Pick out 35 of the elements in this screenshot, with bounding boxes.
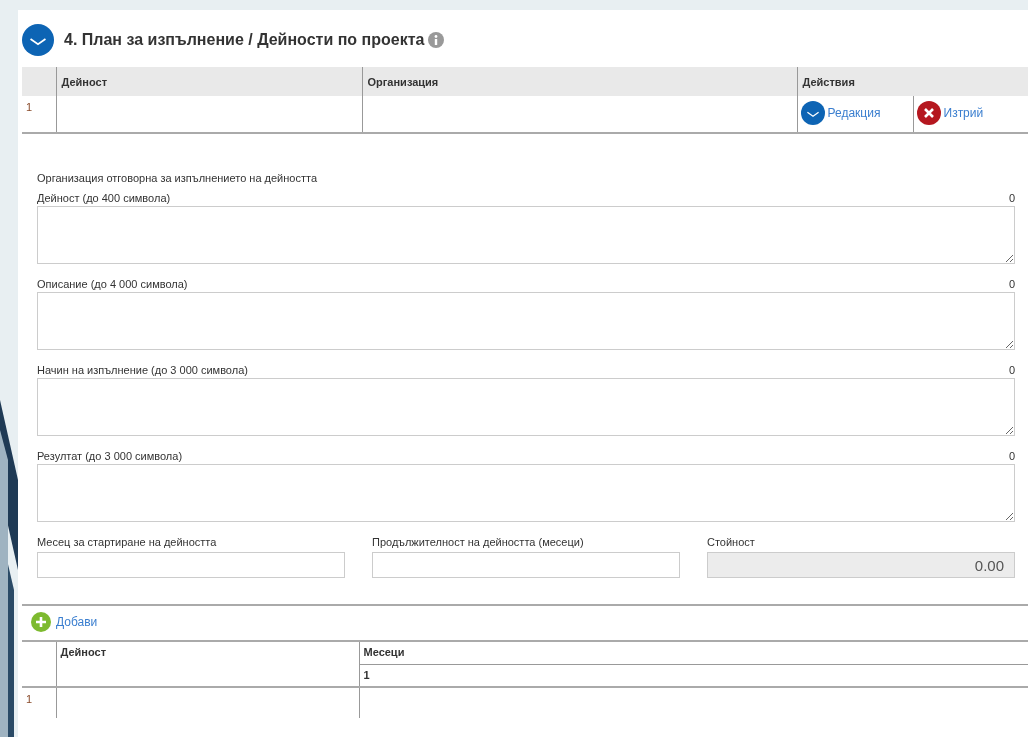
row-number: 1: [26, 693, 33, 705]
character-count: 0: [1008, 450, 1015, 464]
column-header: Действия: [797, 67, 1028, 96]
character-count: 0: [1008, 278, 1015, 292]
delete-link[interactable]: Изтрий: [916, 101, 984, 125]
chevron-down-icon: [800, 101, 825, 125]
text-area[interactable]: [37, 464, 1015, 522]
text-area[interactable]: [37, 378, 1015, 436]
month-header: 1: [359, 664, 1028, 687]
input-field[interactable]: [372, 552, 680, 578]
row-number: 1: [26, 101, 33, 113]
field-label: Описание (до 4 000 символа): [37, 278, 188, 292]
edit-link[interactable]: Редакция: [800, 101, 881, 125]
column-header: Месеци: [359, 641, 1028, 664]
field-label: Резултат (до 3 000 символа): [37, 450, 183, 464]
column-header: Организация: [362, 67, 797, 96]
field-label: Дейност (до 400 символа): [37, 192, 171, 206]
add-icon: [31, 612, 51, 632]
delete-icon: [916, 101, 941, 125]
add-link[interactable]: Добави: [31, 612, 98, 632]
input-field[interactable]: [37, 552, 345, 578]
field-label: Стойност: [707, 536, 756, 548]
character-count: 0: [1008, 364, 1015, 378]
field-label: Месец за стартиране на дейността: [37, 536, 218, 548]
collapse-icon: [22, 24, 54, 56]
info-icon[interactable]: [428, 32, 445, 48]
column-header: Дейност: [56, 67, 362, 96]
form-intro: Организация отговорна за изпълнението на дейността: [37, 172, 318, 184]
field-label: Начин на изпълнение (до 3 000 символа): [37, 364, 248, 378]
field-label: Продължителност на дейността (месеци): [372, 536, 585, 548]
text-area[interactable]: [37, 206, 1015, 264]
section-title: 4. План за изпълнение / Дейности по проекта: [64, 31, 425, 49]
column-header: Дейност: [56, 641, 359, 687]
text-area[interactable]: [37, 292, 1015, 350]
character-count: 0: [1008, 192, 1015, 206]
